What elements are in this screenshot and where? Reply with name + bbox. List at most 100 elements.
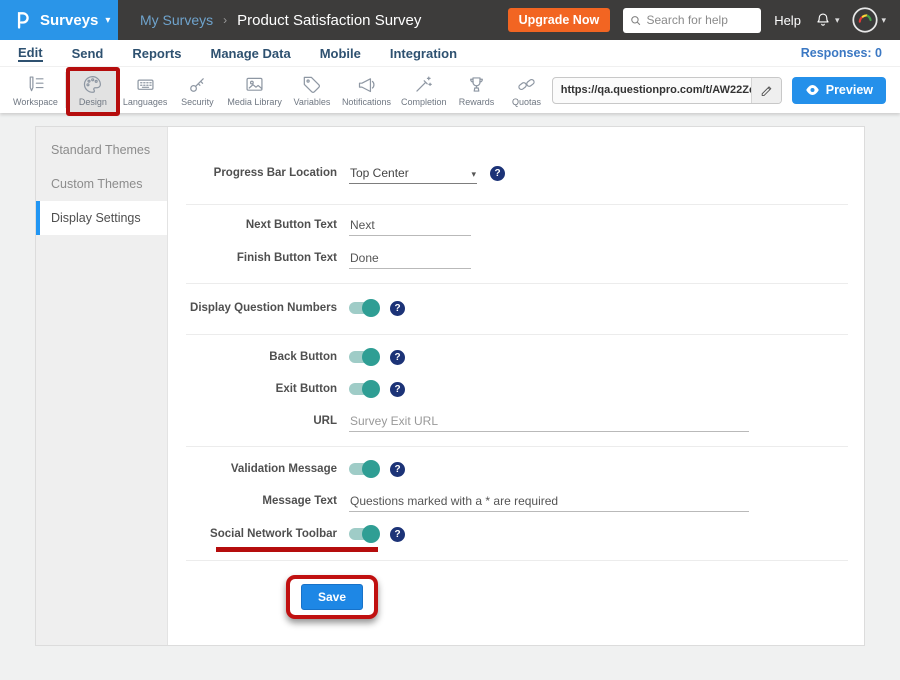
design-icon	[82, 74, 103, 95]
toolbar-item-design[interactable]: Design	[68, 68, 118, 112]
progress-bar-group: Progress Bar Location Top Center ▾ ?	[186, 127, 848, 205]
validation-message-toggle[interactable]	[349, 463, 377, 475]
toolbar-item-media-library[interactable]: Media Library	[222, 68, 287, 112]
notifications-menu[interactable]: ▾	[814, 11, 840, 29]
tab-send[interactable]: Send	[72, 46, 104, 61]
annotation-social-underline	[216, 547, 378, 552]
toolbar-item-label: Workspace	[13, 97, 58, 107]
product-switcher[interactable]: Surveys ▾	[0, 0, 118, 40]
back-button-toggle[interactable]	[349, 351, 377, 363]
edit-toolbar: Workspace Design Languages Security Medi…	[0, 67, 900, 113]
toolbar-item-workspace[interactable]: Workspace	[8, 68, 63, 112]
toolbar-item-languages[interactable]: Languages	[118, 68, 173, 112]
toolbar-item-label: Variables	[294, 97, 331, 107]
help-icon[interactable]: ?	[390, 350, 405, 365]
display-question-numbers-label: Display Question Numbers	[186, 301, 349, 316]
chevron-down-icon: ▾	[881, 15, 886, 26]
help-search[interactable]	[623, 8, 761, 33]
edit-url-button[interactable]	[751, 78, 781, 103]
notifications-icon	[356, 74, 377, 95]
preview-button[interactable]: Preview	[792, 77, 886, 104]
breadcrumb-separator-icon: ›	[223, 13, 227, 27]
chevron-down-icon: ▾	[835, 15, 840, 26]
message-text-input[interactable]	[349, 491, 749, 512]
exit-url-row: URL	[186, 411, 848, 432]
toolbar-item-label: Notifications	[342, 97, 391, 107]
tab-manage-data[interactable]: Manage Data	[210, 46, 290, 61]
toolbar-item-label: Quotas	[512, 97, 541, 107]
toolbar-item-notifications[interactable]: Notifications	[337, 68, 396, 112]
next-button-text-input[interactable]	[349, 215, 471, 236]
toggle-knob	[362, 460, 380, 478]
toolbar-item-label: Design	[79, 97, 107, 107]
toggle-knob	[362, 299, 380, 317]
save-button[interactable]: Save	[301, 584, 363, 610]
social-network-toolbar-toggle[interactable]	[349, 528, 377, 540]
message-text-row: Message Text	[186, 491, 848, 512]
workspace-icon	[25, 74, 46, 95]
exit-button-toggle[interactable]	[349, 383, 377, 395]
languages-icon	[135, 74, 156, 95]
search-input[interactable]	[646, 13, 754, 27]
chevron-down-icon: ▾	[471, 169, 476, 180]
search-icon	[630, 14, 641, 27]
breadcrumb: My Surveys › Product Satisfaction Survey	[140, 12, 421, 29]
toolbar-item-completion[interactable]: Completion	[396, 68, 452, 112]
question-numbers-group: Display Question Numbers ?	[186, 284, 848, 335]
survey-nav: Edit Send Reports Manage Data Mobile Int…	[0, 40, 900, 67]
tab-mobile[interactable]: Mobile	[320, 46, 361, 61]
next-button-text-label: Next Button Text	[186, 218, 349, 233]
display-question-numbers-toggle[interactable]	[349, 302, 377, 314]
tab-edit[interactable]: Edit	[18, 45, 43, 62]
toolbar-item-variables[interactable]: Variables	[287, 68, 337, 112]
display-settings-form: Progress Bar Location Top Center ▾ ? Nex…	[168, 127, 864, 645]
help-icon[interactable]: ?	[390, 382, 405, 397]
survey-url-field: https://qa.questionpro.com/t/AW22Zcq2J	[552, 77, 782, 104]
progress-bar-location-select[interactable]: Top Center ▾	[349, 163, 477, 184]
top-header: Surveys ▾ My Surveys › Product Satisfact…	[0, 0, 900, 40]
security-icon	[187, 74, 208, 95]
progress-bar-location-value: Top Center	[350, 166, 409, 180]
upgrade-now-button[interactable]: Upgrade Now	[508, 8, 611, 32]
finish-button-text-input[interactable]	[349, 248, 471, 269]
exit-url-input[interactable]	[349, 411, 749, 432]
back-button-row: Back Button ?	[186, 347, 848, 367]
validation-message-row: Validation Message ?	[186, 459, 848, 479]
toolbar-divider	[65, 72, 66, 108]
sidebar-item-custom-themes[interactable]: Custom Themes	[36, 167, 167, 201]
quotas-icon	[516, 74, 537, 95]
tab-reports[interactable]: Reports	[132, 46, 181, 61]
preview-label: Preview	[826, 83, 873, 97]
display-question-numbers-row: Display Question Numbers ?	[186, 298, 848, 318]
next-button-text-row: Next Button Text	[186, 215, 848, 236]
variables-icon	[301, 74, 322, 95]
finish-button-text-label: Finish Button Text	[186, 251, 349, 266]
account-menu[interactable]: ▾	[852, 7, 886, 33]
help-icon[interactable]: ?	[490, 166, 505, 181]
exit-button-label: Exit Button	[186, 382, 349, 397]
sidebar-item-standard-themes[interactable]: Standard Themes	[36, 133, 167, 167]
sidebar-item-display-settings[interactable]: Display Settings	[36, 201, 167, 235]
product-label: Surveys	[40, 12, 98, 29]
survey-url-value[interactable]: https://qa.questionpro.com/t/AW22Zcq2J	[553, 78, 751, 103]
toolbar-item-quotas[interactable]: Quotas	[502, 68, 552, 112]
help-link[interactable]: Help	[774, 13, 801, 28]
breadcrumb-my-surveys[interactable]: My Surveys	[140, 12, 213, 28]
toolbar-item-label: Rewards	[459, 97, 495, 107]
social-network-toolbar-row: Social Network Toolbar ?	[186, 524, 848, 544]
progress-bar-location-row: Progress Bar Location Top Center ▾ ?	[186, 163, 848, 184]
help-icon[interactable]: ?	[390, 462, 405, 477]
help-icon[interactable]: ?	[390, 301, 405, 316]
chevron-down-icon: ▾	[105, 15, 110, 26]
responses-count[interactable]: Responses: 0	[801, 46, 882, 60]
media-library-icon	[244, 74, 265, 95]
save-area: Save	[186, 561, 848, 645]
toolbar-item-security[interactable]: Security	[172, 68, 222, 112]
completion-icon	[413, 74, 434, 95]
toolbar-item-rewards[interactable]: Rewards	[452, 68, 502, 112]
help-icon[interactable]: ?	[390, 527, 405, 542]
validation-group: Validation Message ? Message Text Social…	[186, 447, 848, 561]
exit-button-row: Exit Button ?	[186, 379, 848, 399]
tab-integration[interactable]: Integration	[390, 46, 457, 61]
breadcrumb-survey-title: Product Satisfaction Survey	[237, 12, 421, 29]
